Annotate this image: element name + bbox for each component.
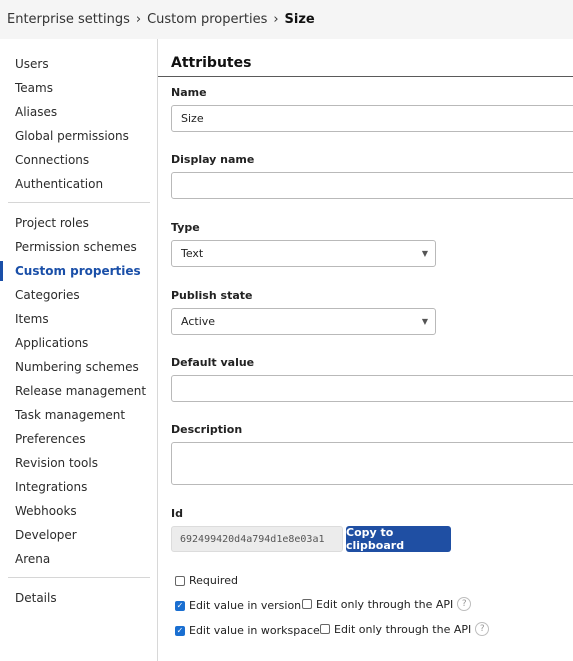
name-label: Name xyxy=(171,86,207,99)
sidebar-item-numbering-schemes[interactable]: Numbering schemes xyxy=(15,359,139,375)
settings-sidebar: Users Teams Aliases Global permissions C… xyxy=(0,39,158,661)
sidebar-item-arena[interactable]: Arena xyxy=(15,551,50,567)
id-label: Id xyxy=(171,507,183,520)
edit-in-version-api-checkbox[interactable] xyxy=(302,599,312,609)
copy-to-clipboard-button[interactable]: Copy to clipboard xyxy=(346,526,451,552)
question-circle-icon[interactable]: ? xyxy=(457,597,472,611)
sidebar-item-items[interactable]: Items xyxy=(15,311,49,327)
edit-in-version-label: Edit value in version xyxy=(189,599,302,612)
display-name-field[interactable] xyxy=(171,172,573,199)
edit-in-workspace-api-checkbox[interactable] xyxy=(320,624,330,634)
sidebar-item-revision-tools[interactable]: Revision tools xyxy=(15,455,98,471)
sidebar-item-preferences[interactable]: Preferences xyxy=(15,431,86,447)
type-select-value: Text xyxy=(181,247,204,260)
edit-in-version-checkbox[interactable] xyxy=(175,600,185,611)
name-field[interactable] xyxy=(171,105,573,132)
edit-in-version-api-option[interactable]: Edit only through the API ? xyxy=(302,597,472,611)
required-checkbox[interactable] xyxy=(175,575,185,586)
sidebar-item-authentication[interactable]: Authentication xyxy=(15,176,103,192)
publish-state-label: Publish state xyxy=(171,289,253,302)
sidebar-item-integrations[interactable]: Integrations xyxy=(15,479,87,495)
edit-in-workspace-api-label: Edit only through the API xyxy=(334,622,472,636)
chevron-right-icon: › xyxy=(273,12,279,27)
sidebar-item-users[interactable]: Users xyxy=(15,56,49,72)
breadcrumb-enterprise-settings[interactable]: Enterprise settings xyxy=(7,12,130,27)
sidebar-item-connections[interactable]: Connections xyxy=(15,152,89,168)
section-divider xyxy=(158,76,573,77)
section-title: Attributes xyxy=(171,55,252,71)
publish-state-select-value: Active xyxy=(181,315,216,328)
chevron-right-icon: › xyxy=(135,12,142,27)
required-option[interactable]: Required xyxy=(175,574,238,587)
publish-state-select[interactable]: Active ▼ xyxy=(171,308,436,335)
edit-in-workspace-option[interactable]: Edit value in workspace xyxy=(175,624,320,637)
sidebar-item-developer[interactable]: Developer xyxy=(15,527,77,543)
sidebar-item-permission-schemes[interactable]: Permission schemes xyxy=(15,239,137,255)
sidebar-item-teams[interactable]: Teams xyxy=(15,80,53,96)
sidebar-item-aliases[interactable]: Aliases xyxy=(15,104,57,120)
id-value: 692499420d4a794d1e8e03a1 xyxy=(171,526,343,552)
sidebar-item-categories[interactable]: Categories xyxy=(15,287,80,303)
breadcrumb-custom-properties[interactable]: Custom properties xyxy=(147,12,267,27)
default-value-label: Default value xyxy=(171,356,255,369)
active-indicator xyxy=(0,261,3,281)
edit-in-workspace-checkbox[interactable] xyxy=(175,625,185,636)
caret-down-icon: ▼ xyxy=(421,249,428,258)
breadcrumb: Enterprise settings › Custom properties … xyxy=(0,0,573,39)
required-label: Required xyxy=(189,574,238,587)
display-name-label: Display name xyxy=(171,153,255,166)
edit-in-version-option[interactable]: Edit value in version xyxy=(175,599,301,612)
sidebar-divider xyxy=(8,202,150,203)
sidebar-item-global-permissions[interactable]: Global permissions xyxy=(15,128,129,144)
edit-in-workspace-label: Edit value in workspace xyxy=(189,624,320,637)
caret-down-icon: ▼ xyxy=(421,317,428,326)
edit-in-workspace-api-option[interactable]: Edit only through the API ? xyxy=(320,622,490,636)
description-label: Description xyxy=(171,423,243,436)
type-label: Type xyxy=(171,221,200,234)
attributes-panel: Attributes Name Display name Type Text ▼… xyxy=(158,39,573,661)
sidebar-item-details[interactable]: Details xyxy=(15,590,57,606)
edit-in-version-api-label: Edit only through the API xyxy=(316,597,454,611)
sidebar-item-release-management[interactable]: Release management xyxy=(15,383,146,399)
sidebar-item-applications[interactable]: Applications xyxy=(15,335,88,351)
sidebar-item-webhooks[interactable]: Webhooks xyxy=(15,503,77,519)
sidebar-item-custom-properties[interactable]: Custom properties xyxy=(15,263,141,279)
sidebar-divider xyxy=(8,577,150,578)
default-value-field[interactable] xyxy=(171,375,573,402)
description-field[interactable] xyxy=(171,442,573,485)
sidebar-item-project-roles[interactable]: Project roles xyxy=(15,215,89,231)
sidebar-item-task-management[interactable]: Task management xyxy=(15,407,125,423)
question-circle-icon[interactable]: ? xyxy=(475,622,490,636)
type-select[interactable]: Text ▼ xyxy=(171,240,436,267)
breadcrumb-current: Size xyxy=(284,12,315,27)
